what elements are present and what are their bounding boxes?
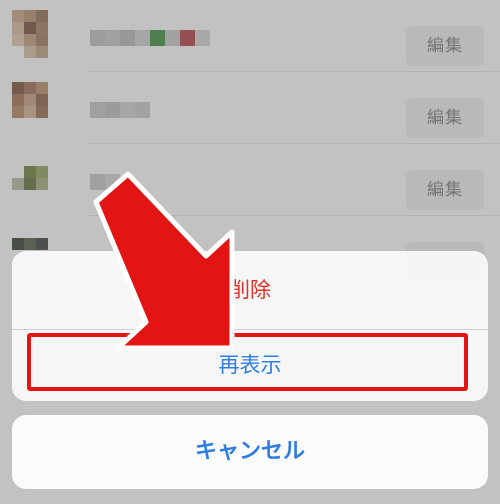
cancel-button[interactable]: キャンセル (12, 415, 488, 489)
